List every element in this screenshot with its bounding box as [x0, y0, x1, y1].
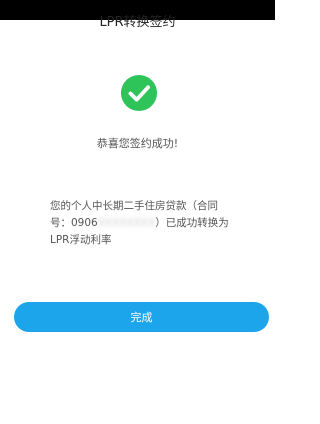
conversion-detail: 您的个人中长期二手住房贷款（合同 号：0906XXXXXXXX）已成功转换为 L…	[50, 198, 232, 249]
success-message: 恭喜您签约成功!	[96, 137, 179, 150]
done-button[interactable]: 完成	[14, 302, 269, 332]
check-icon	[120, 74, 158, 112]
detail-line-2: 号：0906XXXXXXXX）已成功转换为	[50, 215, 232, 232]
page-title: LPR转换签约	[99, 15, 176, 30]
contract-number-masked: XXXXXXXX	[97, 217, 156, 229]
contract-number-prefix: 号：0906	[50, 217, 98, 229]
detail-line-1: 您的个人中长期二手住房贷款（合同	[50, 200, 218, 212]
detail-line-2-suffix: ）已成功转换为	[155, 217, 229, 229]
detail-line-3: LPR浮动利率	[50, 234, 112, 246]
